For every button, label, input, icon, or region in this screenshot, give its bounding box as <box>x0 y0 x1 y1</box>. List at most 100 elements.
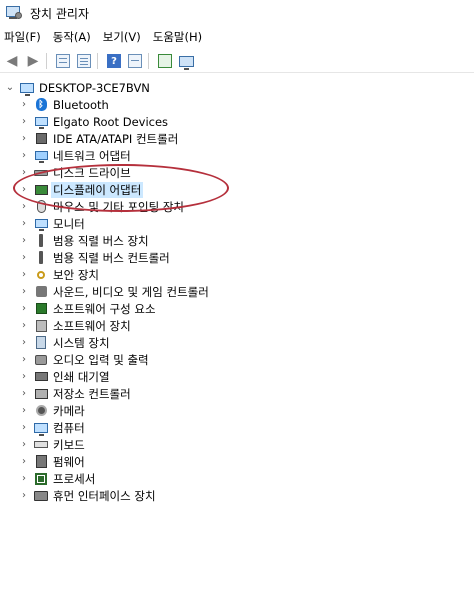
tree-item-label: 프로세서 <box>53 471 96 486</box>
chevron-right-icon[interactable]: › <box>18 218 30 229</box>
action-pane-icon <box>128 54 142 68</box>
chevron-right-icon[interactable]: › <box>18 422 30 433</box>
tree-item-usb-controllers[interactable]: › 범용 직렬 버스 컨트롤러 <box>0 249 474 266</box>
tree-item-label: 디스크 드라이브 <box>53 165 131 180</box>
software-device-icon <box>33 319 49 333</box>
menu-action[interactable]: 동작(A) <box>47 29 97 45</box>
tree-item-disk[interactable]: › 디스크 드라이브 <box>0 164 474 181</box>
chevron-right-icon[interactable]: › <box>18 133 30 144</box>
chevron-right-icon[interactable]: › <box>18 354 30 365</box>
tree-item-elgato[interactable]: › Elgato Root Devices <box>0 113 474 130</box>
update-driver-button[interactable] <box>156 52 174 70</box>
menu-file[interactable]: 파일(F) <box>0 29 47 45</box>
tree-item-label: 저장소 컨트롤러 <box>53 386 131 401</box>
tree-item-print-queue[interactable]: › 인쇄 대기열 <box>0 368 474 385</box>
help-button[interactable]: ? <box>105 52 123 70</box>
security-key-icon <box>33 268 49 282</box>
chevron-right-icon[interactable]: › <box>18 337 30 348</box>
window-title: 장치 관리자 <box>30 6 90 21</box>
tree-item-processor[interactable]: › 프로세서 <box>0 470 474 487</box>
chevron-right-icon[interactable]: › <box>18 167 30 178</box>
camera-icon <box>33 404 49 418</box>
chevron-right-icon[interactable]: › <box>18 320 30 331</box>
tree-item-label: 소프트웨어 구성 요소 <box>53 301 156 316</box>
tree-item-camera[interactable]: › 카메라 <box>0 402 474 419</box>
help-icon: ? <box>107 54 121 68</box>
chevron-right-icon[interactable]: › <box>18 456 30 467</box>
speaker-icon <box>33 285 49 299</box>
tree-item-label: 사운드, 비디오 및 게임 컨트롤러 <box>53 284 209 299</box>
menu-help[interactable]: 도움말(H) <box>147 29 208 45</box>
chevron-right-icon[interactable]: › <box>18 388 30 399</box>
tree-item-system-devices[interactable]: › 시스템 장치 <box>0 334 474 351</box>
tree-item-security[interactable]: › 보안 장치 <box>0 266 474 283</box>
tree-item-label: 시스템 장치 <box>53 335 110 350</box>
tree-item-software-devices[interactable]: › 소프트웨어 장치 <box>0 317 474 334</box>
tree-item-label: 펌웨어 <box>53 454 85 469</box>
printer-icon <box>33 370 49 384</box>
tree-item-usb-devices[interactable]: › 범용 직렬 버스 장치 <box>0 232 474 249</box>
tree-item-ide[interactable]: › IDE ATA/ATAPI 컨트롤러 <box>0 130 474 147</box>
tree-item-display-adapter[interactable]: › 디스플레이 어댑터 <box>0 181 474 198</box>
mouse-icon <box>33 200 49 214</box>
chevron-right-icon[interactable]: › <box>18 235 30 246</box>
tree-item-firmware[interactable]: › 펌웨어 <box>0 453 474 470</box>
tree-item-mouse[interactable]: › 마우스 및 기타 포인팅 장치 <box>0 198 474 215</box>
tree-item-computer[interactable]: › 컴퓨터 <box>0 419 474 436</box>
chevron-right-icon[interactable]: › <box>18 473 30 484</box>
chevron-right-icon[interactable]: › <box>18 405 30 416</box>
tree-item-storage-controllers[interactable]: › 저장소 컨트롤러 <box>0 385 474 402</box>
forward-button[interactable]: ▶ <box>24 52 42 70</box>
monitor-icon <box>33 115 49 129</box>
action-pane-button[interactable] <box>126 52 144 70</box>
computer-icon <box>19 81 35 96</box>
chevron-right-icon[interactable]: › <box>18 184 30 195</box>
scan-hardware-button[interactable] <box>177 52 195 70</box>
chevron-right-icon[interactable]: › <box>18 303 30 314</box>
chevron-right-icon[interactable]: › <box>18 490 30 501</box>
back-button[interactable]: ◀ <box>3 52 21 70</box>
chevron-right-icon[interactable]: › <box>18 252 30 263</box>
back-arrow-icon: ◀ <box>6 53 18 69</box>
keyboard-icon <box>33 438 49 452</box>
tree-item-network[interactable]: › 네트워크 어댑터 <box>0 147 474 164</box>
menu-bar: 파일(F) 동작(A) 보기(V) 도움말(H) <box>0 28 474 46</box>
tree-item-audio-io[interactable]: › 오디오 입력 및 출력 <box>0 351 474 368</box>
tree-root[interactable]: ⌄ DESKTOP-3CE7BVN <box>0 79 474 96</box>
tree-item-label: 카메라 <box>53 403 85 418</box>
tree-item-keyboard[interactable]: › 키보드 <box>0 436 474 453</box>
chevron-right-icon[interactable]: › <box>18 439 30 450</box>
toolbar: ◀ ▶ ? <box>0 50 474 73</box>
chevron-right-icon[interactable]: › <box>18 371 30 382</box>
chevron-right-icon[interactable]: › <box>18 116 30 127</box>
processor-icon <box>33 472 49 486</box>
menu-view[interactable]: 보기(V) <box>97 29 147 45</box>
tree-item-software-components[interactable]: › 소프트웨어 구성 요소 <box>0 300 474 317</box>
title-bar: 장치 관리자 <box>0 0 474 26</box>
tree-item-label: 키보드 <box>53 437 85 452</box>
properties-button[interactable] <box>75 52 93 70</box>
network-adapter-icon <box>33 149 49 163</box>
bluetooth-icon: ᛒ <box>33 98 49 112</box>
tree-item-hid[interactable]: › 휴먼 인터페이스 장치 <box>0 487 474 504</box>
tree-item-label: IDE ATA/ATAPI 컨트롤러 <box>53 131 179 146</box>
tree-item-sound[interactable]: › 사운드, 비디오 및 게임 컨트롤러 <box>0 283 474 300</box>
chevron-right-icon[interactable]: › <box>18 150 30 161</box>
tree-item-label: 마우스 및 기타 포인팅 장치 <box>53 199 185 214</box>
chevron-right-icon[interactable]: › <box>18 286 30 297</box>
tree-item-monitor[interactable]: › 모니터 <box>0 215 474 232</box>
monitor-icon <box>33 217 49 231</box>
tree-item-label: 범용 직렬 버스 장치 <box>53 233 149 248</box>
tree-item-label: 네트워크 어댑터 <box>53 148 131 163</box>
usb-icon <box>33 234 49 248</box>
chevron-right-icon[interactable]: › <box>18 269 30 280</box>
update-driver-icon <box>158 54 172 68</box>
tree-item-label: 모니터 <box>53 216 85 231</box>
chevron-right-icon[interactable]: › <box>18 201 30 212</box>
toolbar-separator <box>148 53 149 69</box>
toolbar-separator <box>97 53 98 69</box>
chevron-right-icon[interactable]: › <box>18 99 30 110</box>
tree-item-bluetooth[interactable]: › ᛒ Bluetooth <box>0 96 474 113</box>
chevron-down-icon[interactable]: ⌄ <box>4 82 16 93</box>
show-hide-console-tree-button[interactable] <box>54 52 72 70</box>
